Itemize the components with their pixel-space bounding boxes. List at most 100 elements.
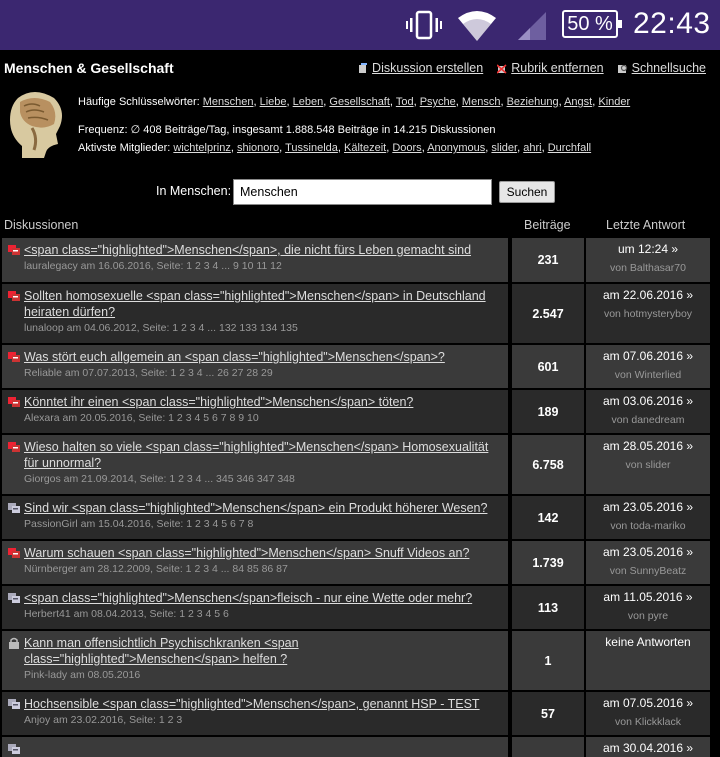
table-row: am 30.04.2016 » — [2, 737, 710, 757]
create-discussion-label: Diskussion erstellen — [372, 61, 484, 75]
last-reply-link[interactable]: am 11.05.2016 » — [586, 590, 710, 604]
topic-icon — [8, 744, 20, 754]
last-reply-author: von Klickklack — [615, 716, 681, 728]
category-search: In Menschen: Suchen — [0, 179, 720, 205]
create-discussion-link[interactable]: Diskussion erstellen — [358, 61, 483, 75]
status-bar: 50 % 22:43 — [0, 0, 720, 50]
table-row: Wieso halten so viele <span class="highl… — [2, 435, 710, 494]
keyword-link[interactable]: Tod — [396, 96, 414, 108]
member-link[interactable]: Anonymous — [427, 142, 485, 154]
member-link[interactable]: Doors — [392, 142, 421, 154]
discussion-cell: Kann man offensichtlich Psychischkranken… — [2, 631, 508, 690]
keyword-link[interactable]: Angst — [564, 96, 592, 108]
keyword-link[interactable]: Kinder — [598, 96, 630, 108]
locked-topic-icon — [9, 637, 19, 649]
post-count: 6.758 — [512, 435, 584, 494]
create-discussion-icon — [359, 62, 368, 73]
last-reply-link[interactable]: am 23.05.2016 » — [586, 500, 710, 514]
discussion-meta: Alexara am 20.05.2016, Seite: 1 2 3 4 5 … — [24, 412, 259, 424]
discussion-title-link[interactable]: <span class="highlighted">Menschen</span… — [24, 590, 502, 606]
quick-search-link[interactable]: Schnellsuche — [617, 61, 706, 75]
table-row: Sind wir <span class="highlighted">Mensc… — [2, 496, 710, 539]
discussion-title-link[interactable]: Kann man offensichtlich Psychischkranken… — [24, 635, 502, 667]
discussion-title-link[interactable]: Warum schauen <span class="highlighted">… — [24, 545, 502, 561]
member-link[interactable]: Durchfall — [548, 142, 591, 154]
no-replies-label: keine Antworten — [605, 635, 691, 649]
discussion-title-link[interactable]: Wieso halten so viele <span class="highl… — [24, 439, 502, 471]
keyword-link[interactable]: Beziehung — [507, 96, 559, 108]
keyword-link[interactable]: Leben — [293, 96, 324, 108]
page-title: Menschen & Gesellschaft — [4, 60, 174, 76]
signal-icon — [518, 12, 546, 40]
remove-category-label: Rubrik entfernen — [511, 61, 604, 75]
last-reply-link[interactable]: am 23.05.2016 » — [586, 545, 710, 559]
keyword-link[interactable]: Psyche — [420, 96, 456, 108]
discussion-cell: Könntet ihr einen <span class="highlight… — [2, 390, 508, 433]
table-row: Sollten homosexuelle <span class="highli… — [2, 284, 710, 343]
discussion-title-link[interactable]: Könntet ihr einen <span class="highlight… — [24, 394, 502, 410]
last-reply-author: von hotmysteryboy — [603, 308, 693, 320]
hot-topic-icon — [8, 442, 20, 452]
hot-topic-icon — [8, 245, 20, 255]
last-reply-link[interactable]: am 22.06.2016 » — [586, 288, 710, 302]
search-button[interactable]: Suchen — [499, 181, 555, 203]
last-reply-cell: am 28.05.2016 » von slider — [586, 435, 710, 494]
discussion-meta: Herbert41 am 08.04.2013, Seite: 1 2 3 4 … — [24, 608, 229, 620]
discussion-title-link[interactable]: <span class="highlighted">Menschen</span… — [24, 242, 502, 258]
last-reply-cell: am 07.05.2016 » von Klickklack — [586, 692, 710, 735]
last-reply-link[interactable]: am 28.05.2016 » — [586, 439, 710, 453]
frequency-stats: Frequenz: ∅ 408 Beiträge/Tag, insgesamt … — [78, 124, 496, 136]
discussion-cell: <span class="highlighted">Menschen</span… — [2, 238, 508, 282]
keyword-link[interactable]: Gesellschaft — [329, 96, 390, 108]
last-reply-cell: am 30.04.2016 » — [586, 737, 710, 757]
member-link[interactable]: Tussinelda — [285, 142, 338, 154]
search-label: In Menschen: — [156, 184, 232, 198]
discussion-title-link[interactable]: Sollten homosexuelle <span class="highli… — [24, 288, 502, 320]
post-count: 601 — [512, 345, 584, 388]
member-link[interactable]: shionoro — [237, 142, 279, 154]
member-link[interactable]: wichtelprinz — [173, 142, 230, 154]
hot-topic-icon — [8, 352, 20, 362]
keyword-link[interactable]: Menschen — [203, 96, 254, 108]
last-reply-link[interactable]: am 07.05.2016 » — [586, 696, 710, 710]
last-reply-author: von Balthasar70 — [610, 262, 686, 274]
last-reply-link[interactable]: am 30.04.2016 » — [586, 741, 710, 755]
member-link[interactable]: ahri — [523, 142, 541, 154]
discussion-cell: Sollten homosexuelle <span class="highli… — [2, 284, 508, 343]
discussion-meta: Reliable am 07.07.2013, Seite: 1 2 3 4 .… — [24, 367, 273, 379]
last-reply-author: von slider — [625, 459, 671, 471]
last-reply-cell: am 07.06.2016 » von Winterlied — [586, 345, 710, 388]
discussion-title-link[interactable]: Hochsensible <span class="highlighted">M… — [24, 696, 502, 712]
table-row: <span class="highlighted">Menschen</span… — [2, 238, 710, 282]
keyword-link[interactable]: Liebe — [260, 96, 287, 108]
discussion-cell: Wieso halten so viele <span class="highl… — [2, 435, 508, 494]
last-reply-cell: um 12:24 » von Balthasar70 — [586, 238, 710, 282]
remove-category-link[interactable]: Rubrik entfernen — [497, 61, 604, 75]
column-header-posts: Beiträge — [524, 218, 571, 232]
table-row: Was stört euch allgemein an <span class=… — [2, 345, 710, 388]
last-reply-author: von danedream — [611, 414, 685, 426]
discussion-meta: lunaloop am 04.06.2012, Seite: 1 2 3 4 .… — [24, 322, 298, 334]
discussion-meta: Anjoy am 23.02.2016, Seite: 1 2 3 — [24, 714, 183, 726]
post-count: 113 — [512, 586, 584, 629]
last-reply-link[interactable]: um 12:24 » — [586, 242, 710, 256]
last-reply-cell: am 23.05.2016 » von toda-mariko — [586, 496, 710, 539]
member-link[interactable]: slider — [491, 142, 517, 154]
post-count: 231 — [512, 238, 584, 282]
keyword-link[interactable]: Mensch — [462, 96, 501, 108]
discussion-meta: lauralegacy am 16.06.2016, Seite: 1 2 3 … — [24, 260, 282, 272]
discussion-title-link[interactable]: Sind wir <span class="highlighted">Mensc… — [24, 500, 502, 516]
discussion-title-link[interactable]: Was stört euch allgemein an <span class=… — [24, 349, 502, 365]
member-link[interactable]: Kältezeit — [344, 142, 386, 154]
column-header-last-reply: Letzte Antwort — [606, 218, 686, 232]
last-reply-link[interactable]: am 03.06.2016 » — [586, 394, 710, 408]
topic-icon — [8, 699, 20, 709]
last-reply-cell: am 22.06.2016 » von hotmysteryboy — [586, 284, 710, 343]
discussion-meta: Giorgos am 21.09.2014, Seite: 1 2 3 4 ..… — [24, 473, 295, 485]
search-input[interactable] — [233, 179, 492, 205]
last-reply-link[interactable]: am 07.06.2016 » — [586, 349, 710, 363]
keywords-label: Häufige Schlüsselwörter: — [78, 96, 200, 108]
hot-topic-icon — [8, 291, 20, 301]
discussion-cell: <span class="highlighted">Menschen</span… — [2, 586, 508, 629]
discussion-meta: Pink-lady am 08.05.2016 — [24, 669, 141, 681]
